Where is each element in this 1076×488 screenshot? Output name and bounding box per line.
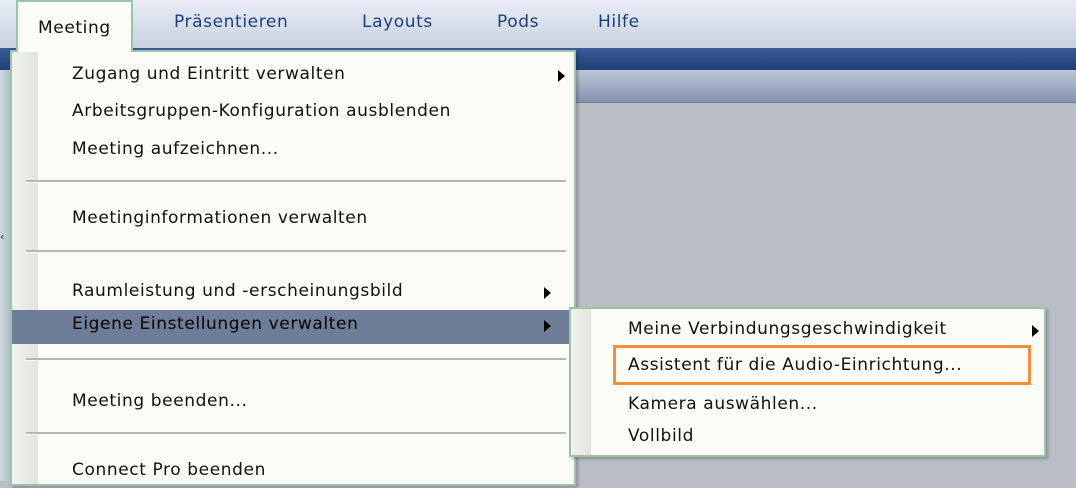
menu-item-meetinginformationen[interactable]: Meetinginformationen verwalten — [12, 208, 574, 236]
menu-item-eigene-einstellungen[interactable]: Eigene Einstellungen verwalten — [12, 310, 574, 344]
settings-submenu: Meine Verbindungsgeschwindigkeit Assiste… — [569, 307, 1046, 457]
menu-meeting[interactable]: Meeting — [16, 0, 133, 52]
menu-item-label: Assistent für die Audio-Einrichtung... — [628, 355, 963, 375]
submenu-arrow-icon — [544, 287, 551, 299]
menu-item-raumleistung[interactable]: Raumleistung und -erscheinungsbild — [12, 281, 574, 309]
menu-item-arbeitsgruppen[interactable]: Arbeitsgruppen-Konfiguration ausblenden — [12, 101, 574, 129]
submenu-item-kamera[interactable]: Kamera auswählen... — [571, 394, 1044, 422]
menu-item-zugang[interactable]: Zugang und Eintritt verwalten — [12, 64, 574, 92]
menu-item-label: Meetinginformationen verwalten — [72, 208, 368, 228]
menu-bar: Meeting Präsentieren Layouts Pods Hilfe — [0, 0, 1076, 52]
collapse-chevron-icon[interactable]: ‹ — [0, 230, 5, 243]
menu-praesentieren[interactable]: Präsentieren — [174, 12, 288, 32]
menu-item-label: Arbeitsgruppen-Konfiguration ausblenden — [72, 101, 451, 121]
menu-separator — [26, 358, 566, 361]
submenu-arrow-icon — [544, 320, 551, 332]
menu-item-aufzeichnen[interactable]: Meeting aufzeichnen... — [12, 139, 574, 167]
menu-item-label: Kamera auswählen... — [628, 394, 818, 414]
menu-separator — [26, 432, 566, 435]
menu-item-label: Vollbild — [628, 426, 694, 446]
menu-layouts[interactable]: Layouts — [362, 12, 433, 32]
menu-item-label: Zugang und Eintritt verwalten — [72, 64, 346, 84]
menu-item-label: Connect Pro beenden — [72, 460, 266, 480]
menu-hilfe[interactable]: Hilfe — [598, 12, 640, 32]
menu-separator — [26, 180, 566, 183]
menu-item-connect-pro-beenden[interactable]: Connect Pro beenden — [12, 460, 574, 488]
meeting-menu: Zugang und Eintritt verwalten Arbeitsgru… — [10, 50, 576, 486]
menu-pods[interactable]: Pods — [497, 12, 539, 32]
menu-item-label: Raumleistung und -erscheinungsbild — [72, 281, 404, 301]
submenu-arrow-icon — [558, 70, 565, 82]
submenu-item-verbindungsgeschwindigkeit[interactable]: Meine Verbindungsgeschwindigkeit — [571, 319, 1044, 347]
menu-item-label: Eigene Einstellungen verwalten — [72, 314, 359, 334]
submenu-item-vollbild[interactable]: Vollbild — [571, 426, 1044, 454]
menu-item-label: Meeting beenden... — [72, 391, 248, 411]
menu-item-label: Meine Verbindungsgeschwindigkeit — [628, 319, 947, 339]
submenu-item-audio-assistent[interactable]: Assistent für die Audio-Einrichtung... — [571, 355, 1044, 383]
menu-item-meeting-beenden[interactable]: Meeting beenden... — [12, 391, 574, 419]
menu-item-label: Meeting aufzeichnen... — [72, 139, 279, 159]
menu-separator — [26, 250, 566, 253]
submenu-arrow-icon — [1032, 325, 1039, 337]
